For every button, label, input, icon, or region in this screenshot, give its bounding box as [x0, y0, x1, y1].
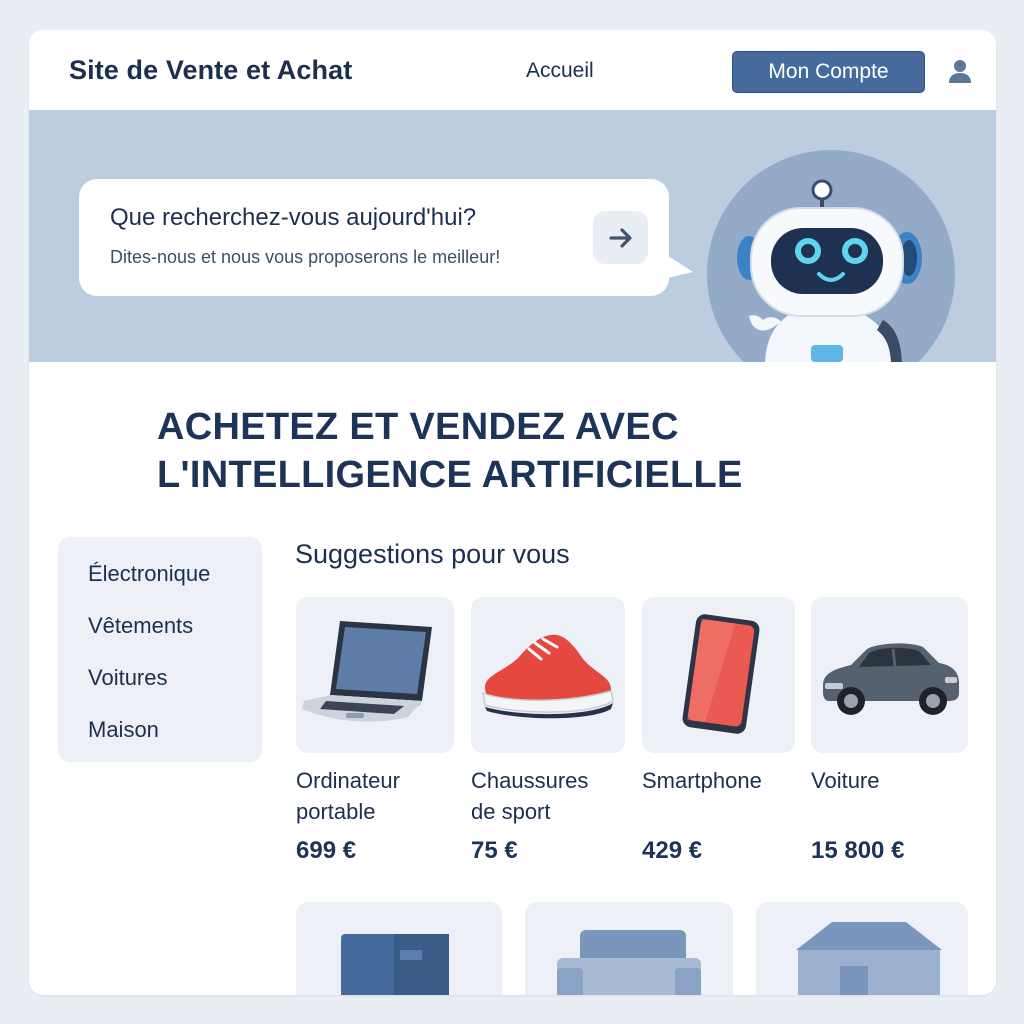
- top-header: Site de Vente et Achat Accueil Mon Compt…: [29, 30, 996, 110]
- product-name-line-1: Chaussures: [471, 768, 589, 793]
- product-image: [471, 597, 625, 753]
- product-name: Ordinateur portable: [296, 765, 454, 827]
- more-item-card-house[interactable]: [756, 902, 968, 995]
- category-electronique[interactable]: Électronique: [58, 557, 262, 609]
- more-item-card-sofa[interactable]: [525, 902, 733, 995]
- headline-line-2: L'INTELLIGENCE ARTIFICIELLE: [157, 454, 743, 496]
- more-item-card-box[interactable]: [296, 902, 502, 995]
- product-price: 429 €: [642, 837, 703, 864]
- product-card-smartphone[interactable]: Smartphone 429 €: [642, 597, 795, 865]
- product-card-sneakers[interactable]: Chaussures de sport 75 €: [471, 597, 625, 865]
- car-icon: [823, 643, 959, 715]
- product-name: Chaussures de sport: [471, 765, 625, 827]
- product-card-car[interactable]: Voiture 15 800 €: [811, 597, 968, 865]
- category-voitures[interactable]: Voitures: [58, 661, 262, 713]
- headline-line-1: ACHETEZ ET VENDEZ AVEC: [157, 406, 679, 448]
- nav-link-home[interactable]: Accueil: [526, 59, 594, 83]
- category-maison[interactable]: Maison: [58, 713, 262, 765]
- product-name: Voiture: [811, 765, 968, 827]
- product-price: 699 €: [296, 837, 357, 864]
- product-price: 75 €: [471, 837, 518, 864]
- account-button[interactable]: Mon Compte: [732, 51, 925, 93]
- laptop-icon: [302, 621, 432, 722]
- hero-banner: Que recherchez-vous aujourd'hui? Dites-n…: [29, 110, 996, 362]
- product-name-line-2: de sport: [471, 799, 551, 824]
- bubble-tail: [659, 250, 693, 280]
- product-name: Smartphone: [642, 765, 795, 827]
- product-image: [811, 597, 968, 753]
- sneaker-icon: [482, 634, 614, 719]
- house-icon: [796, 922, 942, 995]
- product-name-line-1: Smartphone: [642, 768, 762, 793]
- product-image: [296, 597, 454, 753]
- prompt-subtitle: Dites-nous et nous vous proposerons le m…: [110, 247, 501, 267]
- box-icon: [341, 934, 449, 995]
- page-headline: ACHETEZ ET VENDEZ AVEC L'INTELLIGENCE AR…: [157, 403, 877, 499]
- category-sidebar: Électronique Vêtements Voitures Maison: [58, 537, 262, 762]
- smartphone-icon: [682, 614, 760, 734]
- user-icon[interactable]: [947, 58, 973, 84]
- sofa-icon: [557, 930, 701, 995]
- product-image: [642, 597, 795, 753]
- suggestions-title: Suggestions pour vous: [295, 539, 570, 569]
- product-price: 15 800 €: [811, 837, 905, 864]
- product-name-line-1: Voiture: [811, 768, 880, 793]
- product-name-line-2: portable: [296, 799, 376, 824]
- robot-illustration: [707, 150, 955, 362]
- product-name-line-1: Ordinateur: [296, 768, 400, 793]
- submit-arrow-button[interactable]: [593, 211, 648, 264]
- prompt-question: Que recherchez-vous aujourd'hui?: [110, 204, 477, 231]
- site-title[interactable]: Site de Vente et Achat: [69, 55, 352, 86]
- arrow-right-icon: [609, 228, 632, 248]
- search-prompt-bubble[interactable]: Que recherchez-vous aujourd'hui? Dites-n…: [79, 179, 669, 296]
- app-window: Site de Vente et Achat Accueil Mon Compt…: [29, 30, 996, 995]
- category-vetements[interactable]: Vêtements: [58, 609, 262, 661]
- product-card-laptop[interactable]: Ordinateur portable 699 €: [296, 597, 454, 865]
